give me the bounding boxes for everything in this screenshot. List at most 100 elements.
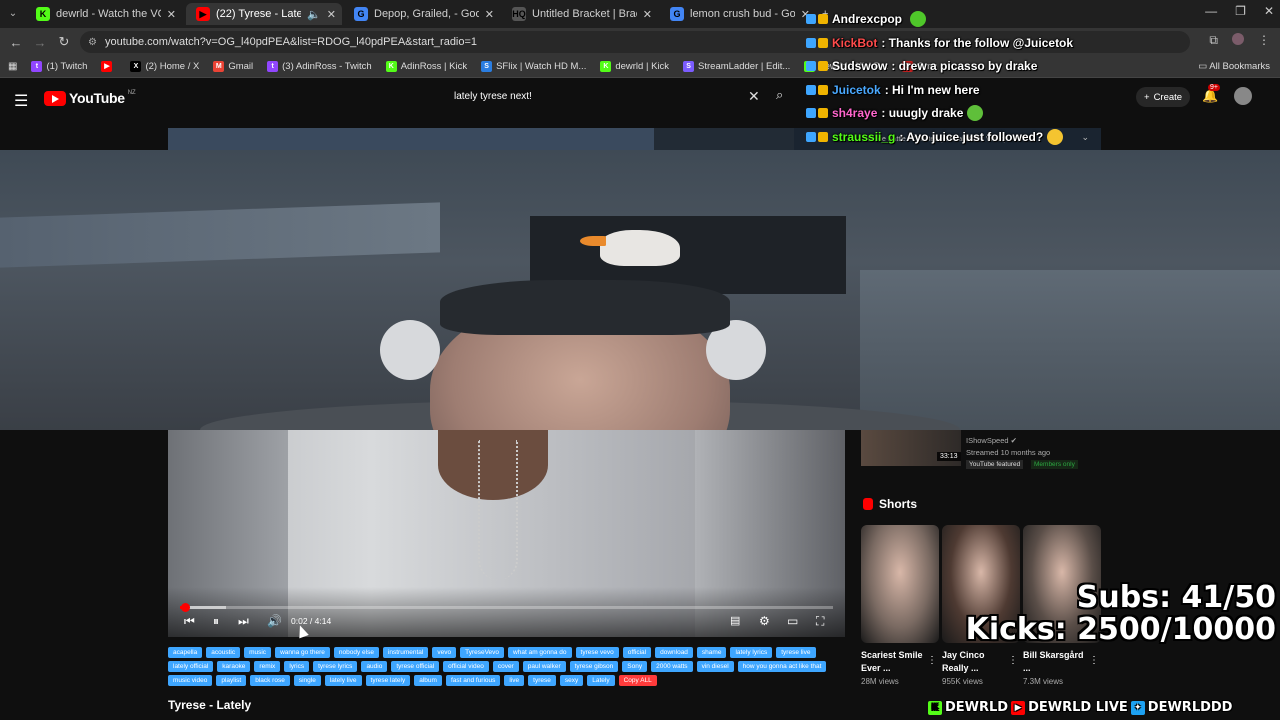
recommended-video[interactable]: 33:13 IShowSpeed ✔ Streamed 10 months ag… [861, 430, 1101, 470]
reload-icon[interactable]: ↻ [52, 34, 76, 50]
short-title[interactable]: Scariest Smile Ever ... [861, 649, 931, 675]
tag-chip[interactable]: audio [361, 661, 388, 672]
more-menu-icon[interactable]: ⋮ [1258, 33, 1270, 48]
tag-chip[interactable]: tyrese official [391, 661, 440, 672]
browser-tab[interactable]: G Depop, Grailed, - Google Search ✕ [344, 3, 500, 25]
close-tab-icon[interactable]: ✕ [643, 8, 652, 21]
close-tab-icon[interactable]: ✕ [485, 8, 494, 21]
tag-chip[interactable]: sexy [559, 675, 584, 686]
chat-username[interactable]: Andrexcpop [832, 12, 902, 26]
tag-chip[interactable]: 2000 watts [651, 661, 693, 672]
volume-icon[interactable]: 🔊 [267, 614, 282, 628]
search-icon[interactable]: ⌕ [776, 87, 783, 103]
tag-chip[interactable]: cover [492, 661, 519, 672]
copy-all-button[interactable]: Copy ALL [618, 675, 657, 686]
short-menu-icon[interactable]: ⋮ [1089, 655, 1099, 666]
tab-audio-icon[interactable]: 🔈 [307, 8, 321, 21]
create-button[interactable]: + Create [1136, 87, 1191, 107]
chat-username[interactable]: KickBot [832, 36, 877, 50]
bookmark-item[interactable]: t (1) Twitch [31, 61, 87, 72]
site-info-icon[interactable]: ⚙ [88, 37, 97, 48]
tag-chip[interactable]: what am gonna do [508, 647, 572, 658]
tag-chip[interactable]: acoustic [206, 647, 241, 658]
bookmark-item[interactable]: Kdewrld | Kick [600, 61, 669, 72]
browser-tab[interactable]: ▶ (22) Tyrese - Lately - YouTube 🔈 ✕ [186, 3, 342, 25]
tag-chip[interactable]: vevo [432, 647, 457, 658]
short-menu-icon[interactable]: ⋮ [1008, 655, 1018, 666]
close-window-icon[interactable]: ✕ [1264, 4, 1274, 18]
youtube-logo[interactable]: YouTube NZ [44, 90, 136, 106]
tag-chip[interactable]: music video [168, 675, 213, 686]
forward-icon[interactable]: → [28, 35, 52, 50]
bookmark-item[interactable]: X (2) Home / X [130, 61, 199, 72]
short-thumbnail[interactable] [861, 525, 939, 643]
tag-chip[interactable]: tyrese [528, 675, 556, 686]
short-menu-icon[interactable]: ⋮ [927, 655, 937, 666]
browser-tab[interactable]: Kdewrld - Watch the VOD on Kick ✕ [26, 3, 182, 25]
tag-chip[interactable]: tyrese lyrics [313, 661, 358, 672]
chat-username[interactable]: straussii_g [832, 130, 895, 144]
tag-chip[interactable]: download [655, 647, 693, 658]
tag-chip[interactable]: lyrics [284, 661, 310, 672]
chat-username[interactable]: sh4raye [832, 106, 877, 120]
pause-icon[interactable]: ⏸ [213, 614, 219, 629]
apps-icon[interactable]: ▦ [8, 61, 17, 72]
chat-username[interactable]: Sudswow [832, 59, 887, 73]
tag-chip[interactable]: fast and furious [445, 675, 501, 686]
browser-tab[interactable]: HQ Untitled Bracket | Bracket HQ ✕ [502, 3, 658, 25]
tag-chip[interactable]: TyreseVevo [460, 647, 505, 658]
tag-chip[interactable]: tyrese gibson [569, 661, 619, 672]
video-player[interactable]: ⏮ ⏸ ⏭ 🔊 0:02 / 4:14 ▤ ⚙ ▭ ⛶ [168, 430, 845, 637]
short-title[interactable]: Bill Skarsgård ... [1023, 649, 1093, 675]
tag-chip[interactable]: Sony [622, 661, 648, 672]
tag-chip[interactable]: karaoke [217, 661, 251, 672]
progress-bar[interactable] [180, 603, 833, 612]
tag-chip[interactable]: acapella [168, 647, 203, 658]
tag-chip[interactable]: tyrese vevo [575, 647, 619, 658]
tag-chip[interactable]: lately live [324, 675, 362, 686]
search-input[interactable]: lately tyrese next! [444, 86, 770, 108]
tag-chip[interactable]: live [504, 675, 525, 686]
bookmark-item[interactable]: S StreamLadder | Edit... [683, 61, 790, 72]
tag-chip[interactable]: how you gonna act like that [737, 661, 827, 672]
subtitles-icon[interactable]: ▤ [730, 614, 740, 627]
tag-chip[interactable]: official video [443, 661, 489, 672]
tab-search-icon[interactable]: ⌄ [4, 5, 22, 23]
clear-search-icon[interactable]: ✕ [748, 88, 760, 105]
tag-chip[interactable]: lately official [168, 661, 214, 672]
browser-tab[interactable]: Glemon crush bud - Google Search✕ [660, 3, 816, 25]
chevron-down-icon[interactable]: ⌄ [1081, 132, 1089, 143]
tag-chip[interactable]: wanna go there [275, 647, 330, 658]
close-tab-icon[interactable]: ✕ [167, 8, 176, 21]
extensions-icon[interactable]: ⧉ [1209, 33, 1218, 48]
fullscreen-icon[interactable]: ⛶ [816, 614, 824, 629]
tag-chip[interactable]: official [622, 647, 652, 658]
bookmark-item[interactable]: M Gmail [213, 61, 253, 72]
tag-chip[interactable]: single [293, 675, 321, 686]
avatar[interactable] [1234, 87, 1252, 105]
chat-username[interactable]: Juicetok [832, 83, 881, 97]
profile-icon[interactable] [1232, 33, 1244, 45]
short-title[interactable]: Jay Cinco Really ... [942, 649, 1012, 675]
theater-mode-icon[interactable]: ▭ [787, 614, 798, 628]
bookmark-item[interactable]: K AdinRoss | Kick [385, 61, 467, 72]
bookmark-item[interactable]: S SFlix | Watch HD M... [481, 61, 586, 72]
back-icon[interactable]: ← [4, 35, 28, 50]
minimize-icon[interactable]: — [1205, 4, 1217, 18]
tag-chip[interactable]: tyrese live [776, 647, 816, 658]
tag-chip[interactable]: music [244, 647, 272, 658]
settings-icon[interactable]: ⚙ [759, 614, 770, 628]
menu-icon[interactable]: ☰ [14, 91, 28, 111]
tag-chip[interactable]: nobody else [333, 647, 379, 658]
tag-chip[interactable]: instrumental [382, 647, 429, 658]
close-tab-icon[interactable]: ✕ [327, 8, 336, 21]
all-bookmarks[interactable]: ▭ All Bookmarks [1198, 61, 1270, 72]
tag-chip[interactable]: shame [696, 647, 727, 658]
tag-chip[interactable]: playlist [216, 675, 247, 686]
tag-chip[interactable]: paul walker [522, 661, 566, 672]
bookmark-item[interactable]: t (3) AdinRoss - Twitch [267, 61, 372, 72]
bookmark-item[interactable]: ▶ [101, 61, 116, 72]
tag-chip[interactable]: Lately [587, 675, 615, 686]
tag-chip[interactable]: remix [254, 661, 281, 672]
previous-icon[interactable]: ⏮ [184, 614, 195, 629]
